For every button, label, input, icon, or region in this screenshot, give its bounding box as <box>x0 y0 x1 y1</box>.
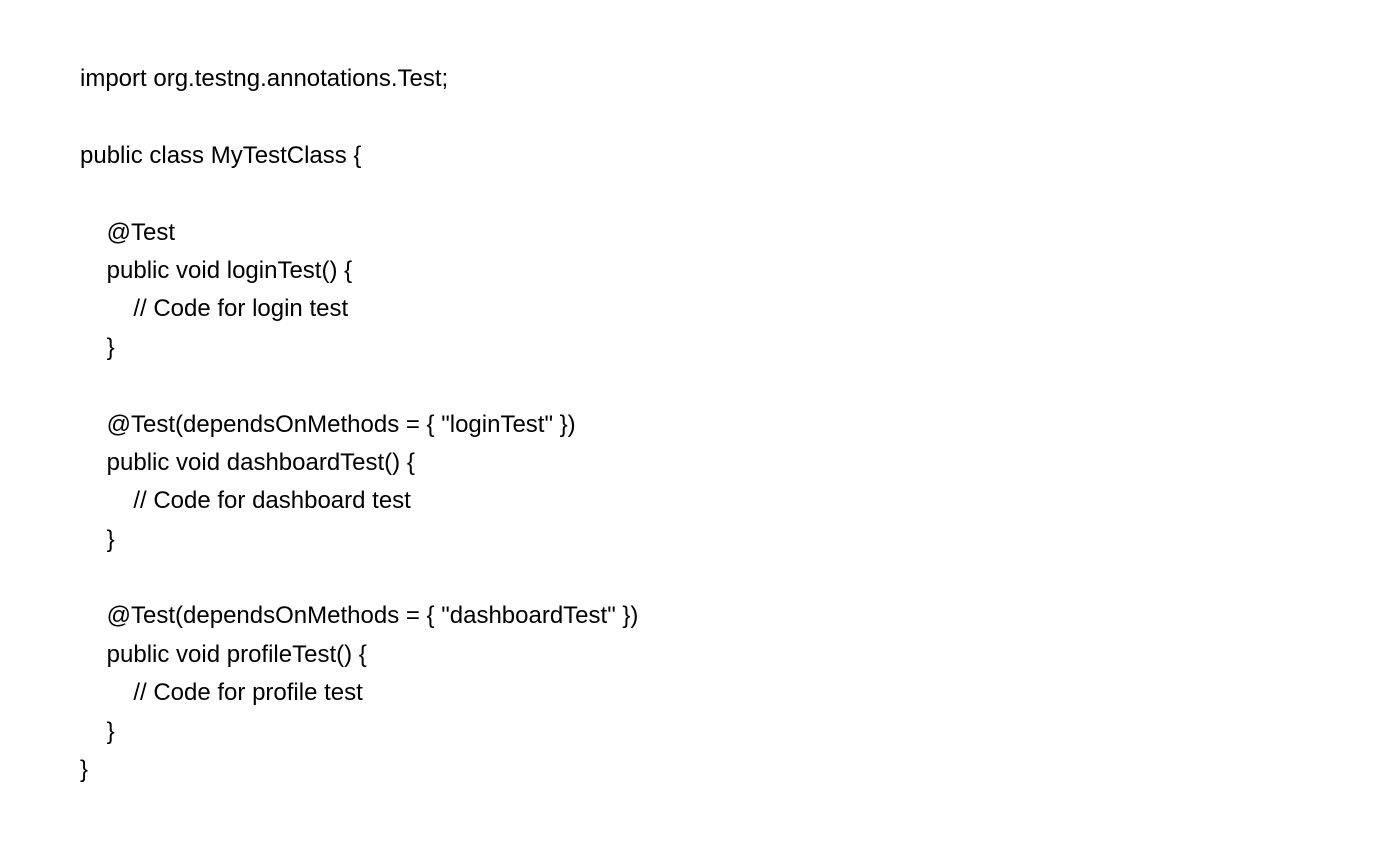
code-snippet: import org.testng.annotations.Test; publ… <box>80 60 1298 789</box>
code-line: // Code for login test <box>80 295 348 322</box>
code-line: // Code for dashboard test <box>80 487 411 514</box>
code-line: public void dashboardTest() { <box>80 449 415 476</box>
code-line: } <box>80 334 115 361</box>
code-line: public void loginTest() { <box>80 257 352 284</box>
code-line: } <box>80 756 88 783</box>
code-line: } <box>80 526 115 553</box>
code-line: import org.testng.annotations.Test; <box>80 65 448 92</box>
code-line: @Test <box>80 219 175 246</box>
code-line: @Test(dependsOnMethods = { "loginTest" }… <box>80 411 576 438</box>
code-line: @Test(dependsOnMethods = { "dashboardTes… <box>80 602 638 629</box>
code-line: public class MyTestClass { <box>80 142 361 169</box>
code-line: public void profileTest() { <box>80 641 367 668</box>
code-line: // Code for profile test <box>80 679 363 706</box>
code-line: } <box>80 718 115 745</box>
